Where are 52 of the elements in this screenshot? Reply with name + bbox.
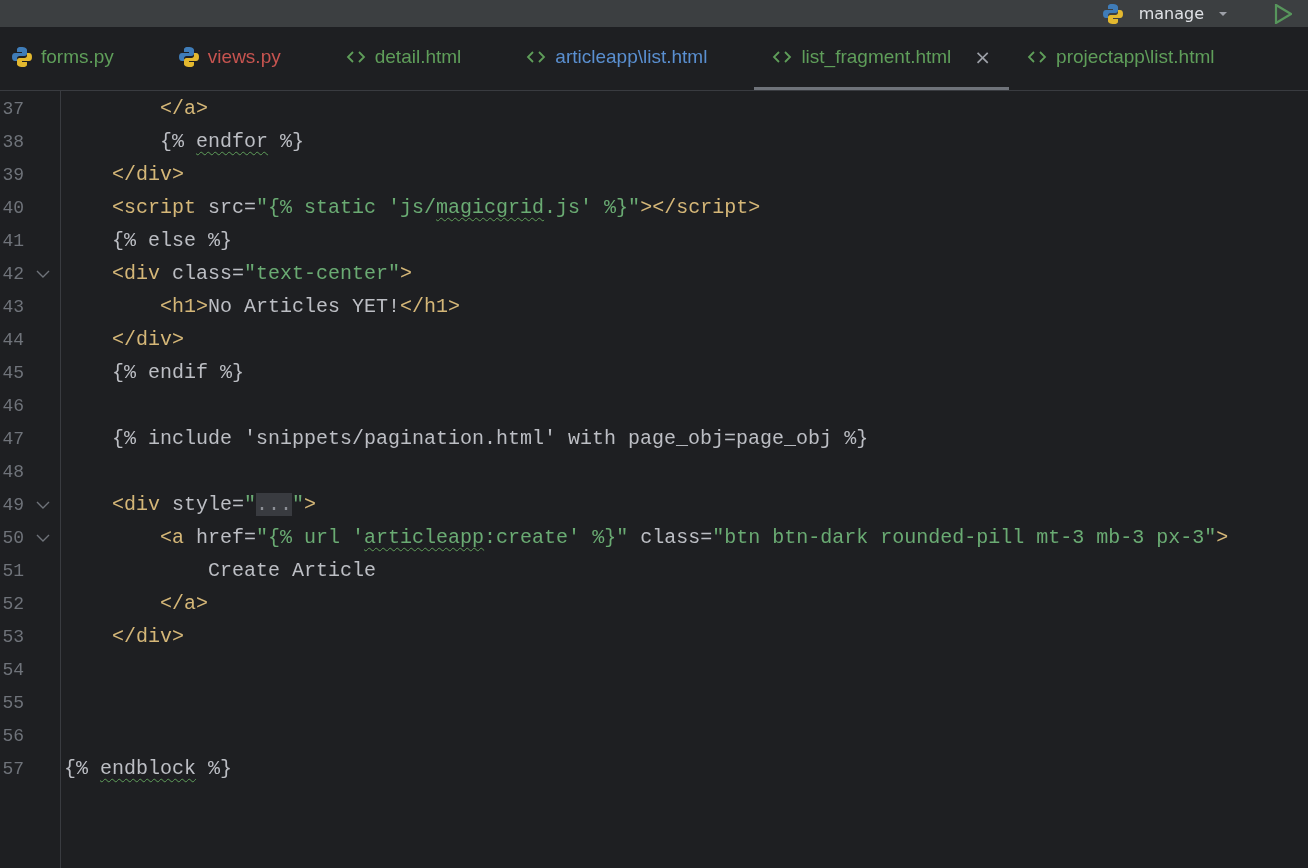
close-button[interactable]: × (972, 45, 994, 69)
code-line: <div style="..."> (111, 493, 317, 516)
line-number: 53 (2, 626, 24, 647)
line-number: 55 (2, 692, 24, 713)
line-number: 43 (2, 296, 24, 317)
line-number: 56 (2, 725, 24, 746)
line-number: 51 (2, 560, 24, 581)
code-line: {% endfor %} (159, 130, 305, 153)
code-line: </div> (111, 625, 185, 648)
run-configuration-dropdown[interactable]: manage (1132, 4, 1234, 23)
code-line: <script src="{% static 'js/magicgrid.js' %}"></script> (111, 196, 761, 219)
editor-tab[interactable]: projectapp\list.html (1009, 27, 1262, 90)
code-line: {% else %} (111, 229, 233, 252)
python-file-icon (1102, 2, 1123, 25)
caret-icon (1218, 9, 1228, 18)
fold-chevron-icon[interactable] (36, 499, 50, 510)
line-number: 46 (2, 395, 24, 416)
line-number: 39 (2, 164, 24, 185)
python-file-icon (178, 46, 199, 68)
code-line: {% endblock %} (64, 757, 233, 780)
line-number: 49 (2, 494, 24, 515)
line-number: 37 (2, 98, 24, 119)
line-number: 57 (2, 758, 24, 779)
editor-tab[interactable]: forms.py (0, 27, 161, 90)
editor-tab[interactable]: articleapp\list.html (508, 27, 755, 90)
line-number: 48 (2, 461, 24, 482)
line-number: 47 (2, 428, 24, 449)
line-number: 50 (2, 527, 24, 548)
python-file-icon (12, 46, 32, 68)
line-number: 52 (2, 593, 24, 614)
line-number: 40 (2, 197, 24, 218)
line-number: 42 (2, 263, 24, 284)
line-number: 41 (2, 230, 24, 251)
code-line: <a href="{% url 'articleapp:create' %}" class="btn btn-dark rounded-pill mt-3 mb-3 px-3"> (159, 526, 1229, 549)
code-line: Create Article (207, 559, 377, 582)
code-line: </a> (159, 592, 209, 615)
fold-chevron-icon[interactable] (36, 532, 50, 543)
editor-tab[interactable]: detail.html (327, 27, 509, 90)
code-line: </div> (111, 163, 185, 186)
code-line: </div> (111, 328, 185, 351)
line-number: 45 (2, 362, 24, 383)
code-line: {% endif %} (111, 361, 245, 384)
code-line: <h1>No Articles YET!</h1> (159, 295, 461, 318)
fold-chevron-icon[interactable] (36, 268, 50, 279)
editor-tab[interactable]: list_fragment.html × (754, 27, 1010, 90)
line-number: 44 (2, 329, 24, 350)
code-line: </a> (159, 97, 209, 120)
code-line: {% include 'snippets/pagination.html' with page_obj=page_obj %} (111, 427, 869, 450)
editor-tab[interactable]: views.py (160, 27, 328, 90)
code-line: <div class="text-center"> (111, 262, 413, 285)
line-number: 54 (2, 659, 24, 680)
line-number: 38 (2, 131, 24, 152)
